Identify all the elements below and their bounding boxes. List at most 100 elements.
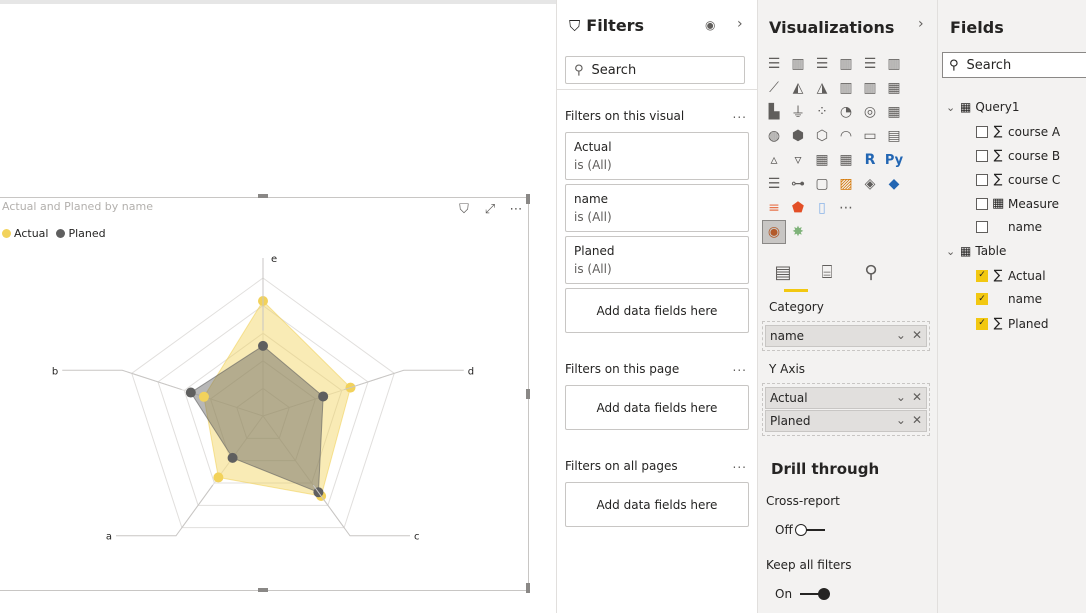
resize-handle-bottom[interactable] (258, 588, 268, 592)
stacked-bar-chart-icon[interactable]: ☰ (762, 52, 786, 76)
more-options-icon[interactable]: ... (733, 457, 747, 471)
slicer-icon[interactable]: ▿ (786, 148, 810, 172)
filters-search-input[interactable]: ⚲ Search (565, 56, 745, 84)
field-row[interactable]: ∑ course B (976, 148, 1060, 163)
more-options-icon[interactable]: ... (733, 107, 747, 121)
donut-chart-icon[interactable]: ◎ (858, 100, 882, 124)
remove-field-icon[interactable]: ✕ (912, 413, 922, 427)
stacked-column-chart-icon[interactable]: ▥ (786, 52, 810, 76)
chevron-down-icon[interactable]: ⌄ (946, 101, 956, 114)
chevron-down-icon[interactable]: ⌄ (896, 328, 906, 342)
yaxis-field-pill-actual[interactable]: Actual ⌄ ✕ (765, 387, 927, 409)
eye-icon[interactable]: ◉ (705, 18, 715, 32)
filter-card-actual[interactable]: Actual is (All) (565, 132, 749, 180)
treemap-icon[interactable]: ▦ (882, 100, 906, 124)
r-visual-icon[interactable]: R (858, 148, 882, 172)
resize-handle-corner-br[interactable] (526, 583, 530, 593)
python-visual-icon[interactable]: Py (882, 148, 906, 172)
field-checkbox[interactable] (976, 149, 988, 162)
stacked-area-chart-icon[interactable]: ◮ (810, 76, 834, 100)
filter-card-name[interactable]: name is (All) (565, 184, 749, 232)
yaxis-field-pill-planed[interactable]: Planed ⌄ ✕ (765, 410, 927, 432)
table-node-table[interactable]: ⌄ ▦ Table (946, 244, 1006, 258)
visual-filters-dropzone[interactable]: Add data fields here (565, 288, 749, 333)
funnel-chart-icon[interactable]: ⏚ (786, 100, 810, 124)
field-row[interactable]: ✓ ∑ Actual (976, 268, 1046, 283)
kpi-icon[interactable]: ▵ (762, 148, 786, 172)
chevron-down-icon[interactable]: ⌄ (896, 413, 906, 427)
line-clustered-column-chart-icon[interactable]: ▥ (834, 76, 858, 100)
key-influencers-icon[interactable]: ☰ (762, 172, 786, 196)
sigma-icon: ∑ (993, 124, 1003, 139)
html5-icon[interactable]: ⬟ (786, 196, 810, 220)
more-options-icon[interactable]: ... (733, 360, 747, 374)
remove-field-icon[interactable]: ✕ (912, 390, 922, 404)
qa-icon[interactable]: ▢ (810, 172, 834, 196)
format-paint-roller-icon[interactable]: ⌸ (816, 262, 838, 283)
area-chart-icon[interactable]: ◭ (786, 76, 810, 100)
field-checkbox-checked[interactable]: ✓ (976, 269, 988, 282)
category-field-pill[interactable]: name ⌄ ✕ (765, 325, 927, 347)
table-icon[interactable]: ▦ (810, 148, 834, 172)
chevron-down-icon[interactable]: ⌄ (896, 390, 906, 404)
field-checkbox[interactable] (976, 197, 988, 210)
paginated-report-icon[interactable]: ◈ (858, 172, 882, 196)
radar-chart-visual[interactable]: Actual and Planed by name ⛉ ⤢ ⋯ Actual P… (0, 197, 529, 591)
cross-report-toggle[interactable]: Off (775, 523, 825, 537)
get-more-visuals-icon[interactable]: ⋯ (834, 196, 858, 220)
field-row[interactable]: ✓ name (976, 292, 1042, 306)
card-icon[interactable]: ▭ (858, 124, 882, 148)
resize-handle-top[interactable] (258, 194, 268, 198)
field-checkbox[interactable] (976, 173, 988, 186)
100-stacked-column-chart-icon[interactable]: ▥ (882, 52, 906, 76)
resize-handle-right[interactable] (526, 389, 530, 399)
fields-tab-icon[interactable]: ▤ (772, 262, 794, 283)
power-apps-icon[interactable]: ◆ (882, 172, 906, 196)
pie-chart-icon[interactable]: ◔ (834, 100, 858, 124)
shape-map-icon[interactable]: ⬡ (810, 124, 834, 148)
scatter-chart-icon[interactable]: ⁘ (810, 100, 834, 124)
filled-map-icon[interactable]: ⬢ (786, 124, 810, 148)
field-checkbox-checked[interactable]: ✓ (976, 293, 988, 305)
field-row[interactable]: ∑ course A (976, 124, 1060, 139)
radar-leader-line (116, 484, 214, 537)
multi-row-card-icon[interactable]: ▤ (882, 124, 906, 148)
matrix-icon[interactable]: ▦ (834, 148, 858, 172)
gauge-icon[interactable]: ◠ (834, 124, 858, 148)
ribbon-chart-icon[interactable]: ▦ (882, 76, 906, 100)
smart-narrative-icon[interactable]: ▨ (834, 172, 858, 196)
keep-all-filters-toggle[interactable]: On (775, 587, 831, 601)
analytics-magnifier-icon[interactable]: ⚲ (860, 262, 882, 283)
clustered-column-chart-icon[interactable]: ▥ (834, 52, 858, 76)
field-checkbox[interactable] (976, 221, 988, 233)
field-checkbox-checked[interactable]: ✓ (976, 317, 988, 330)
line-stacked-column-chart-icon[interactable]: ▥ (858, 76, 882, 100)
100-stacked-bar-chart-icon[interactable]: ☰ (858, 52, 882, 76)
radar-chart-custom-icon[interactable]: ◉ (762, 220, 786, 244)
decomposition-tree-icon[interactable]: ⊶ (786, 172, 810, 196)
fields-search-input[interactable]: ⚲ Search (942, 52, 1086, 78)
all-pages-filters-dropzone[interactable]: Add data fields here (565, 482, 749, 527)
collapse-visualizations-chevron-icon[interactable]: › (918, 16, 924, 32)
clustered-bar-chart-icon[interactable]: ☰ (810, 52, 834, 76)
table-node-query1[interactable]: ⌄ ▦ Query1 (946, 100, 1019, 114)
gantt-chart-icon[interactable]: ≡ (762, 196, 786, 220)
radar-alt-custom-icon[interactable]: ✸ (786, 220, 810, 244)
line-chart-icon[interactable]: ⟋ (762, 76, 786, 100)
map-icon[interactable]: ◍ (762, 124, 786, 148)
field-row[interactable]: name (976, 220, 1042, 234)
filter-card-planed[interactable]: Planed is (All) (565, 236, 749, 284)
resize-handle-corner-tr[interactable] (526, 194, 530, 204)
waterfall-chart-icon[interactable]: ▙ (762, 100, 786, 124)
yaxis-well[interactable]: Actual ⌄ ✕ Planed ⌄ ✕ (762, 383, 930, 436)
field-checkbox[interactable] (976, 125, 988, 138)
cylinder-icon[interactable]: ▯ (810, 196, 834, 220)
remove-field-icon[interactable]: ✕ (912, 328, 922, 342)
chevron-down-icon[interactable]: ⌄ (946, 245, 956, 258)
page-filters-dropzone[interactable]: Add data fields here (565, 385, 749, 430)
category-well[interactable]: name ⌄ ✕ (762, 321, 930, 351)
field-row[interactable]: ∑ course C (976, 172, 1060, 187)
field-row[interactable]: ▦ Measure (976, 196, 1059, 211)
field-row[interactable]: ✓ ∑ Planed (976, 316, 1049, 331)
collapse-filters-chevron-icon[interactable]: › (737, 16, 743, 32)
